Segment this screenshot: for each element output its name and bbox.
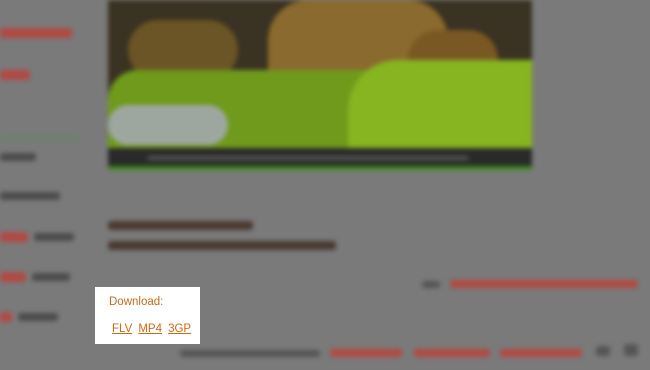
download-mp4-link[interactable]: MP4 <box>138 323 162 335</box>
download-3gp-link[interactable]: 3GP <box>168 323 191 335</box>
download-format-links: FLV MP4 3GP <box>109 317 200 336</box>
download-box: Download: FLV MP4 3GP <box>95 287 200 344</box>
download-label: Download: <box>109 296 164 308</box>
download-flv-link[interactable]: FLV <box>112 323 132 335</box>
